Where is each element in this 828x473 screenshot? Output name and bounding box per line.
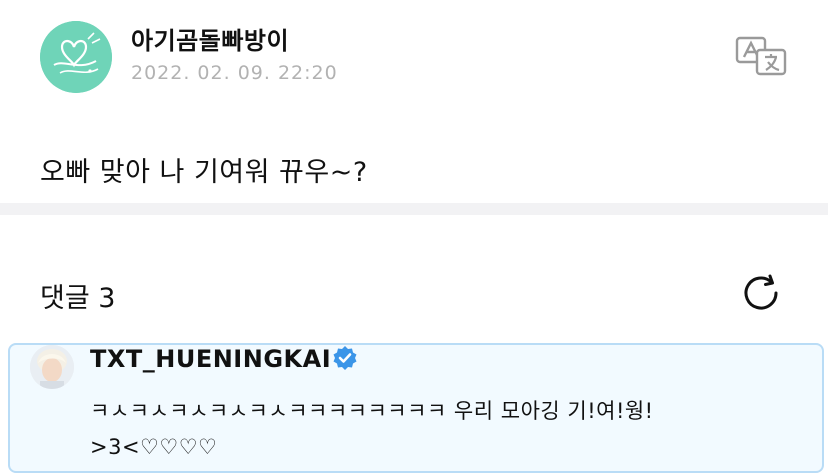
comments-count-title: 댓글 3: [40, 283, 116, 314]
refresh-icon: [744, 274, 778, 310]
refresh-comments-button[interactable]: [740, 272, 782, 314]
post-body: 오빠 맞아 나 기여워 뀨우~?: [40, 157, 368, 188]
translate-button[interactable]: [735, 36, 787, 76]
comment-text: ㅋㅅㅋㅅㅋㅅㅋㅅㅋㅅㅋㅋㅋㅋㅋㅋㅋㅋ 우리 모아깅 기!여!웡! >3<♡♡♡♡: [90, 399, 654, 459]
translate-icon: [735, 36, 787, 76]
comment-item[interactable]: TXT_HUENINGKAI ㅋㅅㅋㅅㅋㅅㅋㅅㅋㅅㅋㅋㅋㅋㅋㅋㅋㅋ 우리 모아깅…: [8, 343, 824, 473]
comment-author-avatar[interactable]: [30, 345, 74, 389]
post-date: 2022. 02. 09. 22:20: [131, 62, 338, 84]
author-avatar[interactable]: [40, 21, 112, 93]
author-name[interactable]: 아기곰돌빠방이: [131, 21, 289, 56]
comment-author-name[interactable]: TXT_HUENINGKAI: [90, 345, 331, 373]
profile-photo-icon: [30, 345, 74, 389]
avatar-doodle-icon: [40, 21, 112, 93]
section-divider: [0, 203, 828, 215]
post-header: 아기곰돌빠방이 2022. 02. 09. 22:20: [0, 0, 828, 120]
verified-badge-icon: [332, 345, 358, 371]
